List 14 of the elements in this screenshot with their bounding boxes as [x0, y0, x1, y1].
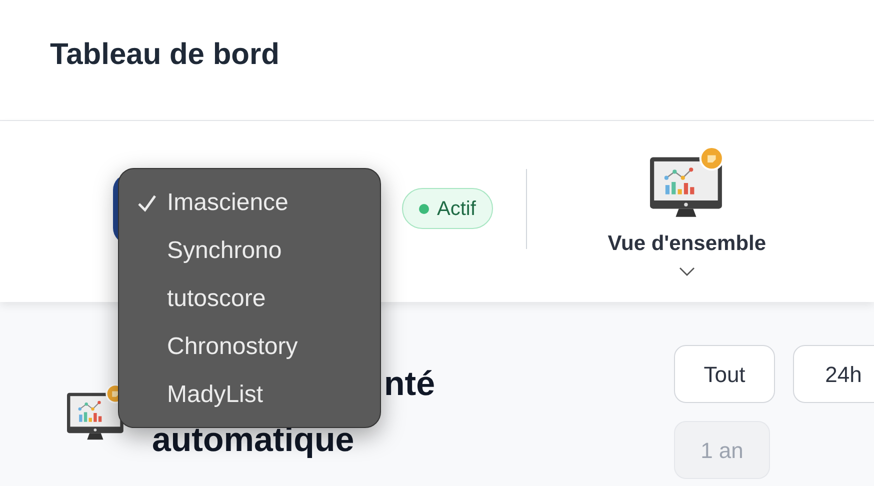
monitor-chart-icon	[650, 146, 724, 218]
menu-item[interactable]: Chronostory	[119, 323, 380, 371]
menu-item[interactable]: Imascience	[119, 179, 380, 227]
view-selector[interactable]: Vue d'ensemble	[586, 146, 787, 276]
menu-item[interactable]: MadyList	[119, 371, 380, 419]
status-label: Actif	[437, 196, 476, 222]
menu-item[interactable]: tutoscore	[119, 275, 380, 323]
menu-item[interactable]: Synchrono	[119, 227, 380, 275]
filter-button[interactable]: 24h	[793, 345, 874, 403]
filter-button[interactable]: Tout	[674, 345, 775, 403]
section-title-line: automatique	[152, 420, 354, 461]
section-title-line: nté	[384, 364, 435, 405]
page-title: Tableau de bord	[50, 37, 280, 73]
chevron-down-icon	[678, 266, 695, 276]
